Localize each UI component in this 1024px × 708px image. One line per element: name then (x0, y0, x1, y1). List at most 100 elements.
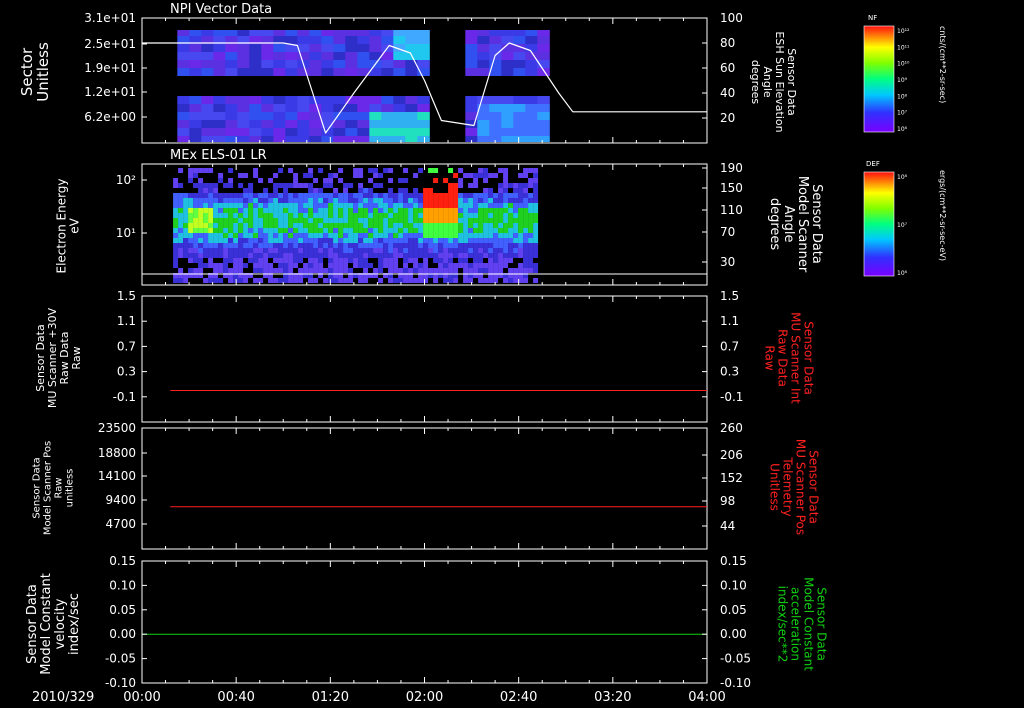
heatmap-cell (473, 178, 479, 183)
heatmap-cell (178, 268, 184, 273)
heatmap-cell (243, 193, 249, 198)
heatmap-cell (378, 173, 384, 178)
heatmap-cell (533, 178, 539, 183)
heatmap-cell (328, 238, 334, 243)
heatmap-cell (448, 168, 454, 173)
heatmap-cell (388, 203, 394, 208)
heatmap-cell (493, 203, 499, 208)
heatmap-cell (513, 238, 519, 243)
heatmap-cell (483, 173, 489, 178)
heatmap-cell (308, 183, 314, 188)
heatmap-cell (293, 263, 299, 268)
heatmap-cell (178, 223, 184, 228)
y-axis-label: eV (68, 217, 82, 233)
heatmap-cell (193, 268, 199, 273)
heatmap-cell (363, 238, 369, 243)
heatmap-cell (488, 208, 494, 213)
heatmap-cell (408, 238, 414, 243)
heatmap-cell (508, 248, 514, 253)
heatmap-cell (428, 248, 434, 253)
heatmap-cell (388, 263, 394, 268)
heatmap-cell (189, 104, 202, 112)
heatmap-cell (418, 193, 424, 198)
heatmap-cell (238, 208, 244, 213)
heatmap-cell (418, 168, 424, 173)
heatmap-cell (523, 188, 529, 193)
heatmap-cell (303, 198, 309, 203)
heatmap-cell (218, 173, 224, 178)
heatmap-cell (423, 188, 429, 193)
heatmap-cell (321, 60, 334, 68)
heatmap-cell (263, 258, 269, 263)
colorbar-tick-label: 10⁸ (897, 174, 908, 181)
heatmap-cell (193, 258, 199, 263)
heatmap-cell (358, 188, 364, 193)
heatmap-cell (373, 238, 379, 243)
heatmap-cell (378, 243, 384, 248)
heatmap-cell (353, 223, 359, 228)
heatmap-cell (493, 268, 499, 273)
heatmap-cell (348, 198, 354, 203)
heatmap-cell (298, 203, 304, 208)
heatmap-cell (213, 268, 219, 273)
heatmap-cell (198, 188, 204, 193)
heatmap-cell (283, 263, 289, 268)
heatmap-cell (468, 233, 474, 238)
heatmap-cell (253, 233, 259, 238)
heatmap-cell (477, 44, 490, 52)
heatmap-cell (297, 136, 310, 142)
heatmap-cell (488, 173, 494, 178)
heatmap-cell (208, 183, 214, 188)
heatmap-cell (468, 243, 474, 248)
heatmap-cell (383, 198, 389, 203)
heatmap-cell (298, 238, 304, 243)
heatmap-cell (213, 263, 219, 268)
colorbar-nf-label: NF (868, 14, 877, 22)
heatmap-cell (357, 30, 370, 36)
heatmap-cell (273, 104, 286, 112)
heatmap-cell (501, 128, 514, 136)
heatmap-cell (333, 253, 339, 258)
heatmap-cell (297, 120, 310, 128)
heatmap-cell (345, 52, 358, 60)
heatmap-cell (378, 193, 384, 198)
heatmap-cell (208, 258, 214, 263)
heatmap-cell (268, 178, 274, 183)
heatmap-cell (248, 218, 254, 223)
heatmap-cell (228, 208, 234, 213)
heatmap-cell (533, 238, 539, 243)
heatmap-cell (513, 203, 519, 208)
y-axis-label: Model Scanner Pos (43, 441, 54, 535)
heatmap-cell (273, 198, 279, 203)
heatmap-cell (178, 233, 184, 238)
heatmap-cell (193, 238, 199, 243)
heatmap-cell (373, 248, 379, 253)
heatmap-cell (253, 258, 259, 263)
heatmap-cell (353, 263, 359, 268)
heatmap-cell (201, 68, 214, 76)
heatmap-cell (353, 218, 359, 223)
heatmap-cell (363, 203, 369, 208)
heatmap-cell (285, 60, 298, 68)
heatmap-cell (189, 136, 202, 142)
heatmap-cell (458, 208, 464, 213)
heatmap-cell (357, 96, 370, 104)
heatmap-cell (405, 128, 418, 136)
heatmap-cell (323, 198, 329, 203)
heatmap-cell (477, 112, 490, 120)
heatmap-cell (283, 203, 289, 208)
heatmap-cell (213, 136, 226, 142)
heatmap-cell (378, 183, 384, 188)
heatmap-cell (383, 213, 389, 218)
heatmap-cell (218, 203, 224, 208)
heatmap-cell (343, 183, 349, 188)
heatmap-cell (408, 213, 414, 218)
heatmap-cell (248, 243, 254, 248)
heatmap-cell (501, 68, 514, 76)
y2-axis-label: Raw Data (776, 329, 790, 387)
heatmap-cell (203, 223, 209, 228)
y2-tick-label: 0.10 (720, 578, 747, 592)
heatmap-cell (463, 258, 469, 263)
heatmap-cell (448, 243, 454, 248)
heatmap-cell (477, 120, 490, 128)
